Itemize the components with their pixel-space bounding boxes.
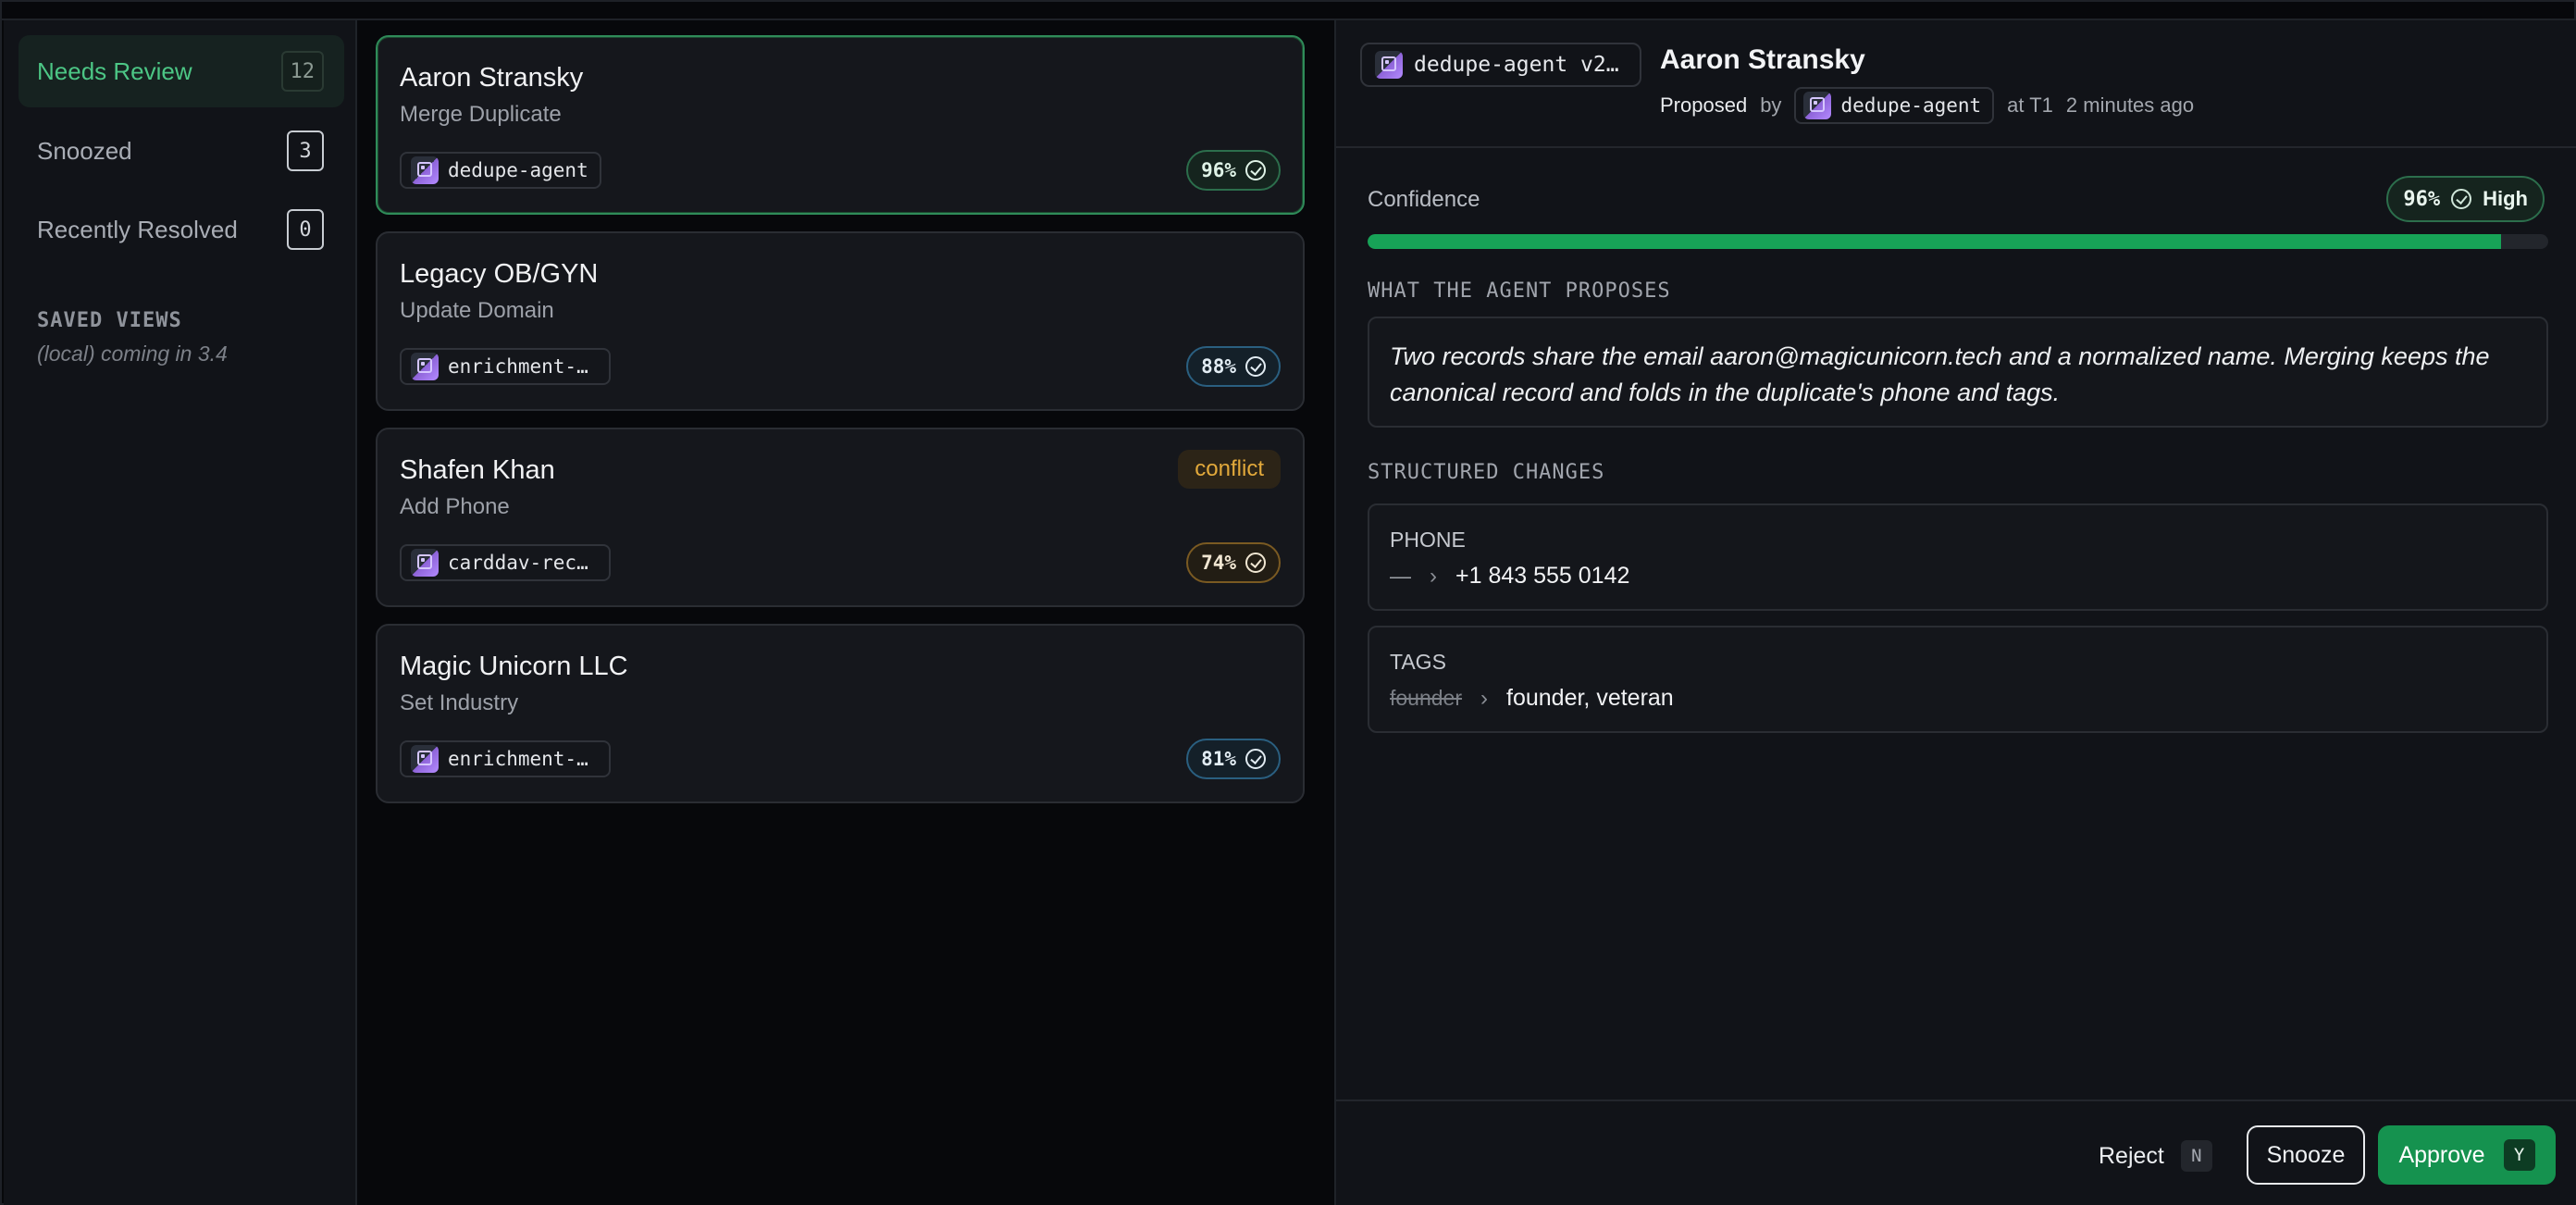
new-value: founder, veteran — [1506, 685, 1674, 711]
sidebar-item-snoozed[interactable]: Snoozed 3 — [19, 115, 344, 187]
confidence-pill: 96% High — [2386, 176, 2545, 222]
conflict-badge: conflict — [1178, 450, 1281, 489]
confidence-bar — [1368, 234, 2548, 249]
shortcut-key: Y — [2503, 1139, 2535, 1171]
card-title: Magic Unicorn LLC — [400, 652, 628, 681]
proposed-meta: Proposed by dedupe-agent at T1 2 minutes… — [1660, 87, 2194, 124]
agent-name: enrichment-a… — [448, 355, 598, 378]
agent-name: carddav-reco… — [448, 552, 598, 574]
check-circle-icon — [2451, 189, 2472, 209]
approve-button[interactable]: Approve Y — [2378, 1125, 2556, 1185]
agent-name: dedupe-agent — [1840, 94, 1982, 117]
confidence-value: 74% — [1201, 552, 1236, 574]
agent-chip: carddav-reco… — [400, 544, 611, 581]
review-card[interactable]: Legacy OB/GYN Update Domain enrichment-a… — [376, 231, 1305, 411]
card-title: Shafen Khan — [400, 455, 555, 485]
at-label: at T1 — [2007, 93, 2053, 117]
saved-views-title: SAVED VIEWS — [37, 309, 182, 332]
sidebar-item-needs-review[interactable]: Needs Review 12 — [19, 35, 344, 107]
confidence-label: Confidence — [1368, 187, 1480, 212]
agent-chip-icon — [1803, 92, 1832, 119]
confidence-pill: 96% — [1186, 150, 1281, 191]
agent-chip: enrichment-a… — [400, 740, 611, 777]
count-badge: 12 — [280, 51, 324, 92]
saved-views-section: SAVED VIEWS (local) coming in 3.4 — [37, 309, 228, 366]
confidence-value: 81% — [1201, 748, 1236, 770]
check-circle-icon — [1245, 160, 1266, 180]
action-footer: Reject N Snooze Approve Y — [1336, 1099, 2576, 1205]
detail-header: dedupe-agent v2… Aaron Stransky Proposed… — [1336, 20, 2576, 148]
check-circle-icon — [1245, 356, 1266, 377]
agent-chip-icon — [411, 353, 439, 380]
card-action: Update Domain — [400, 298, 554, 323]
confidence-pill: 74% — [1186, 542, 1281, 583]
proposal-text: Two records share the email aaron@magicu… — [1368, 317, 2548, 428]
sidebar-item-label: Recently Resolved — [37, 215, 238, 243]
confidence-value: 96% — [1201, 159, 1236, 181]
agent-name: dedupe-agent — [448, 159, 588, 181]
card-title: Aaron Stransky — [400, 63, 584, 93]
agent-version-chip[interactable]: dedupe-agent v2… — [1360, 43, 1641, 87]
agent-name: enrichment-a… — [448, 748, 598, 770]
agent-chip-icon — [1375, 51, 1403, 79]
card-action: Set Industry — [400, 690, 519, 715]
saved-views-note: (local) coming in 3.4 — [37, 342, 228, 366]
change-values: — › +1 843 555 0142 — [1390, 563, 1629, 590]
confidence-value: 96% — [2403, 187, 2441, 211]
change-field: TAGS — [1390, 650, 1446, 674]
change-item-phone: PHONE — › +1 843 555 0142 — [1368, 503, 2548, 611]
change-item-tags: TAGS founder › founder, veteran — [1368, 626, 2548, 733]
agent-chip-icon — [411, 745, 439, 773]
check-circle-icon — [1245, 553, 1266, 573]
sidebar-item-recently-resolved[interactable]: Recently Resolved 0 — [19, 193, 344, 266]
confidence-value: 88% — [1201, 355, 1236, 378]
review-card[interactable]: Shafen Khan Add Phone conflict carddav-r… — [376, 428, 1305, 607]
proposes-heading: WHAT THE AGENT PROPOSES — [1368, 280, 1671, 303]
check-circle-icon — [1245, 749, 1266, 769]
sidebar: Needs Review 12 Snoozed 3 Recently Resol… — [4, 20, 357, 1205]
proposed-label: Proposed — [1660, 93, 1748, 117]
sidebar-item-label: Needs Review — [37, 56, 192, 85]
confidence-pill: 81% — [1186, 739, 1281, 779]
reject-button[interactable]: Reject N — [2086, 1127, 2225, 1185]
shortcut-key: N — [2180, 1140, 2212, 1172]
review-card[interactable]: Aaron Stransky Merge Duplicate dedupe-ag… — [376, 35, 1305, 215]
confidence-bar-fill — [1368, 234, 2501, 249]
agent-chip-icon — [411, 156, 439, 184]
timestamp: 2 minutes ago — [2065, 93, 2195, 117]
sidebar-item-label: Snoozed — [37, 136, 132, 165]
change-field: PHONE — [1390, 528, 1466, 552]
new-value: +1 843 555 0142 — [1455, 563, 1630, 589]
old-value: — — [1390, 564, 1411, 588]
review-list: Aaron Stransky Merge Duplicate dedupe-ag… — [357, 20, 1334, 1205]
agent-chip-icon — [411, 549, 439, 577]
agent-chip: dedupe-agent — [400, 152, 601, 189]
card-title: Legacy OB/GYN — [400, 259, 599, 289]
agent-chip: enrichment-a… — [400, 348, 611, 385]
old-value: founder — [1390, 686, 1463, 710]
snooze-button[interactable]: Snooze — [2247, 1125, 2365, 1185]
approve-label: Approve — [2398, 1141, 2485, 1168]
app-window: Needs Review 12 Snoozed 3 Recently Resol… — [0, 0, 2576, 1205]
card-action: Merge Duplicate — [400, 102, 562, 127]
changes-heading: STRUCTURED CHANGES — [1368, 461, 1605, 484]
detail-panel: dedupe-agent v2… Aaron Stransky Proposed… — [1334, 20, 2576, 1205]
review-card[interactable]: Magic Unicorn LLC Set Industry enrichmen… — [376, 624, 1305, 803]
by-label: by — [1760, 93, 1782, 117]
chevron-right-icon: › — [1430, 563, 1437, 589]
change-values: founder › founder, veteran — [1390, 685, 1674, 712]
count-badge: 3 — [287, 130, 324, 171]
detail-title: Aaron Stransky — [1660, 44, 1865, 75]
agent-chip: dedupe-agent — [1794, 87, 1995, 124]
confidence-pill: 88% — [1186, 346, 1281, 387]
agent-version-label: dedupe-agent v2… — [1414, 53, 1619, 77]
card-action: Add Phone — [400, 494, 510, 519]
chevron-right-icon: › — [1480, 685, 1489, 711]
count-badge: 0 — [287, 209, 324, 250]
confidence-level: High — [2483, 187, 2528, 210]
reject-label: Reject — [2099, 1142, 2164, 1169]
